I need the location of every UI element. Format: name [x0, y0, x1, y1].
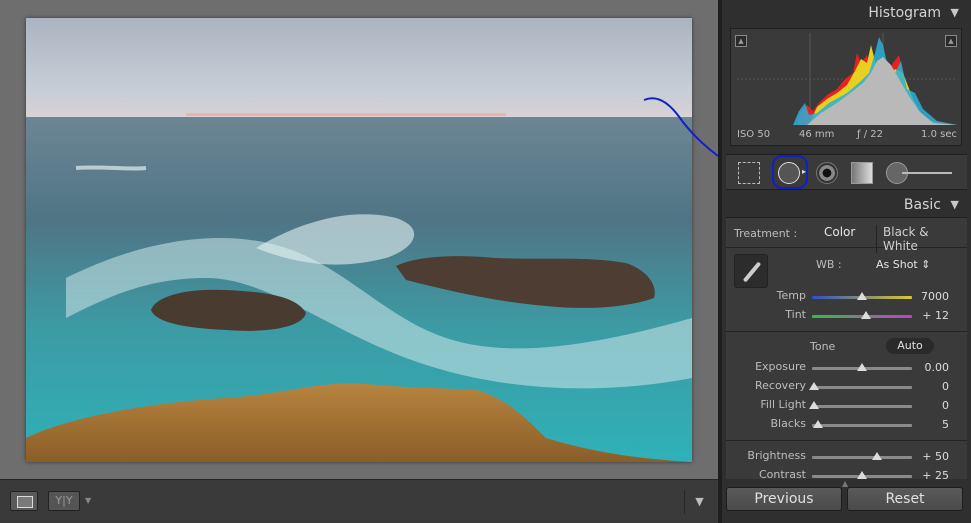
treatment-color-button[interactable]: Color — [824, 225, 855, 239]
contrast-label: Contrast — [758, 468, 806, 479]
blacks-value[interactable]: 5 — [942, 418, 949, 431]
wb-label: WB : — [816, 258, 842, 271]
collapse-triangle-icon[interactable]: ▼ — [951, 2, 959, 24]
tint-slider-thumb[interactable] — [861, 311, 871, 319]
tint-label: Tint — [785, 308, 806, 321]
recovery-slider-thumb[interactable] — [809, 382, 819, 390]
wb-select[interactable]: As Shot ⇕ — [876, 258, 930, 271]
shutter-value: 1.0 sec — [921, 129, 957, 140]
annotation-stroke — [643, 97, 719, 157]
exposure-slider-thumb[interactable] — [857, 363, 867, 371]
contrast-value[interactable]: + 25 — [922, 469, 949, 479]
annotation-circle — [772, 155, 808, 189]
brush-slider[interactable] — [902, 172, 952, 174]
image-toolbar: Y|Y ▼ ▼ — [0, 479, 718, 523]
histogram-header[interactable]: Histogram ▼ — [726, 2, 967, 24]
filllight-label: Fill Light — [760, 398, 806, 411]
divider — [726, 440, 967, 441]
reset-button[interactable]: Reset — [847, 487, 963, 511]
basic-title: Basic — [903, 197, 941, 213]
recovery-slider[interactable] — [809, 382, 912, 390]
collapse-triangle-icon[interactable]: ▼ — [951, 194, 959, 216]
contrast-slider-thumb[interactable] — [857, 471, 867, 479]
brightness-label: Brightness — [747, 449, 806, 462]
brightness-value[interactable]: + 50 — [922, 450, 949, 463]
graduated-filter-icon[interactable] — [851, 162, 873, 184]
basic-header[interactable]: Basic ▼ — [726, 194, 967, 216]
loupe-view-button[interactable] — [10, 491, 38, 511]
blacks-slider-thumb[interactable] — [813, 420, 823, 428]
recovery-label: Recovery — [754, 379, 806, 392]
aperture-value: ƒ / 22 — [857, 129, 883, 140]
brightness-slider-thumb[interactable] — [872, 452, 882, 460]
basic-panel: Treatment : Color Black & White WB : As … — [726, 217, 967, 479]
develop-panel: Histogram ▼ ▲ ▲ ISO 50 46 mm ƒ / 22 1.0 … — [722, 0, 971, 523]
seascape-photo — [26, 18, 692, 462]
toolbar-menu-icon[interactable]: ▼ — [684, 490, 714, 514]
wb-eyedropper-icon[interactable] — [734, 254, 768, 288]
blacks-slider[interactable] — [812, 420, 912, 428]
auto-tone-button[interactable]: Auto — [886, 338, 934, 354]
tint-value[interactable]: + 12 — [922, 309, 949, 322]
image-canvas[interactable] — [0, 0, 719, 479]
filllight-value[interactable]: 0 — [942, 399, 949, 412]
previous-button[interactable]: Previous — [726, 487, 842, 511]
divider — [726, 331, 967, 332]
blacks-label: Blacks — [770, 417, 807, 430]
exposure-slider[interactable] — [812, 363, 912, 371]
treatment-label: Treatment : — [734, 227, 798, 240]
recovery-value[interactable]: 0 — [942, 380, 949, 393]
red-eye-icon[interactable] — [816, 162, 838, 184]
tool-strip: ▸ — [726, 154, 967, 190]
focal-length-value: 46 mm — [799, 129, 835, 140]
tint-slider[interactable] — [812, 311, 912, 319]
exposure-value[interactable]: 0.00 — [925, 361, 950, 374]
tone-label: Tone — [810, 340, 836, 353]
panel-buttons: ▲ Previous Reset — [722, 479, 971, 523]
contrast-slider[interactable] — [812, 471, 912, 479]
temp-slider-thumb[interactable] — [857, 292, 867, 300]
crop-overlay-icon[interactable] — [738, 162, 760, 184]
exif-info: ISO 50 46 mm ƒ / 22 1.0 sec — [737, 129, 957, 143]
before-after-button[interactable]: Y|Y — [48, 491, 80, 511]
iso-value: ISO 50 — [737, 129, 771, 140]
histogram-title: Histogram — [868, 5, 941, 21]
treatment-bw-button[interactable]: Black & White — [876, 225, 967, 253]
brightness-slider[interactable] — [812, 452, 912, 460]
filllight-slider[interactable] — [809, 401, 912, 409]
filllight-slider-thumb[interactable] — [809, 401, 819, 409]
before-after-dropdown-icon[interactable]: ▼ — [85, 496, 91, 505]
histogram-graph — [737, 33, 957, 125]
highlight-clipping-button[interactable]: ▲ — [945, 35, 957, 47]
temp-value[interactable]: 7000 — [921, 290, 949, 303]
temp-slider[interactable] — [812, 292, 912, 300]
temp-label: Temp — [776, 289, 806, 302]
shadow-clipping-button[interactable]: ▲ — [735, 35, 747, 47]
treatment-row: Treatment : Color Black & White — [726, 218, 967, 253]
exposure-label: Exposure — [755, 360, 806, 373]
photo-preview[interactable] — [26, 18, 692, 462]
histogram[interactable]: ▲ ▲ ISO 50 46 mm ƒ / 22 1.0 sec — [730, 28, 962, 146]
